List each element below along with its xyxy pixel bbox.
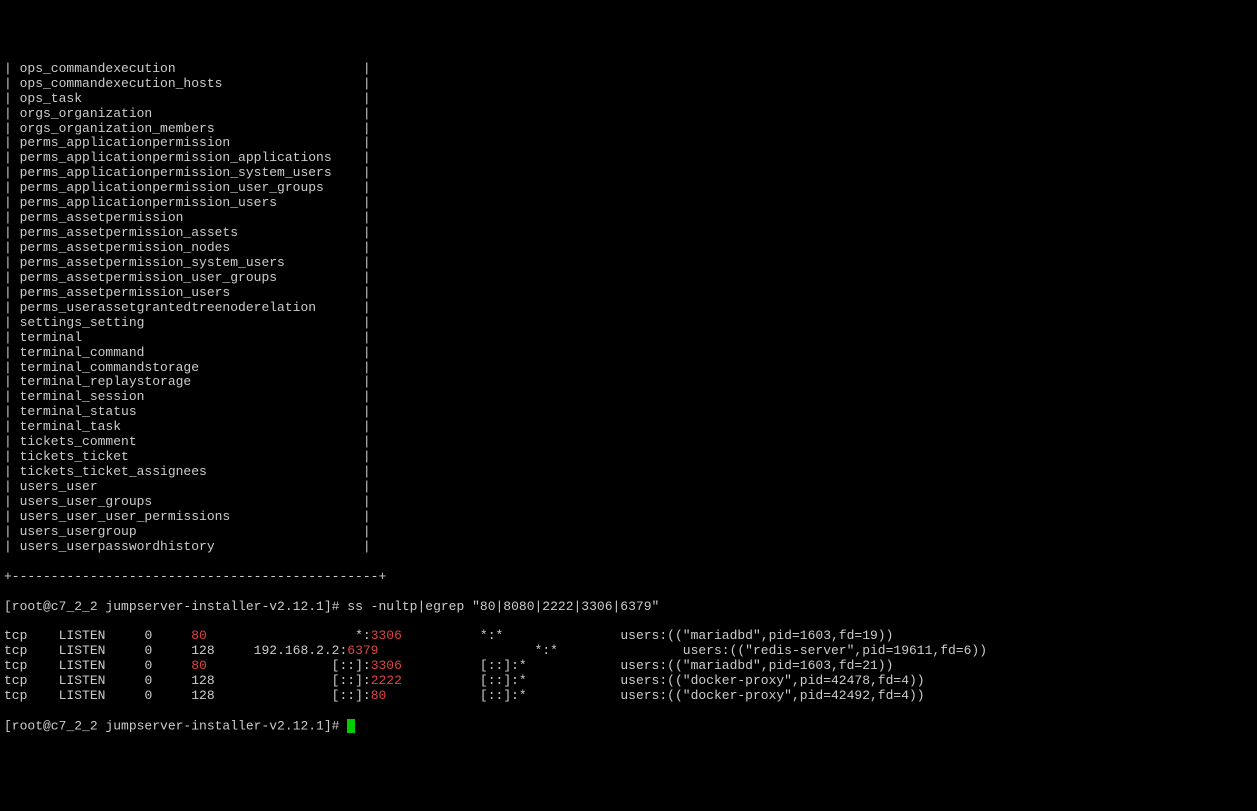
table-row: | terminal_replaystorage | [4, 375, 1253, 390]
table-row: | perms_assetpermission_users | [4, 286, 1253, 301]
cursor [347, 719, 355, 733]
ss-output-row: tcp LISTEN 0 80 [::]:3306 [::]:* users:(… [4, 659, 1253, 674]
table-row: | users_user_groups | [4, 495, 1253, 510]
table-separator: +---------------------------------------… [4, 570, 1253, 585]
table-row: | settings_setting | [4, 316, 1253, 331]
table-row: | users_user_user_permissions | [4, 510, 1253, 525]
prompt-line-2[interactable]: [root@c7_2_2 jumpserver-installer-v2.12.… [4, 719, 1253, 734]
table-row: | orgs_organization | [4, 107, 1253, 122]
ss-output-row: tcp LISTEN 0 128 192.168.2.2:6379 *:* us… [4, 644, 1253, 659]
table-row: | terminal_commandstorage | [4, 361, 1253, 376]
table-row: | tickets_comment | [4, 435, 1253, 450]
ss-output-row: tcp LISTEN 0 128 [::]:80 [::]:* users:((… [4, 689, 1253, 704]
table-row: | tickets_ticket | [4, 450, 1253, 465]
db-table-list: | ops_commandexecution || ops_commandexe… [4, 62, 1253, 555]
table-row: | perms_applicationpermission_applicatio… [4, 151, 1253, 166]
table-row: | perms_applicationpermission_system_use… [4, 166, 1253, 181]
table-row: | perms_assetpermission_system_users | [4, 256, 1253, 271]
ss-output-row: tcp LISTEN 0 80 *:3306 *:* users:(("mari… [4, 629, 1253, 644]
table-row: | perms_assetpermission_user_groups | [4, 271, 1253, 286]
table-row: | terminal_session | [4, 390, 1253, 405]
table-row: | ops_commandexecution | [4, 62, 1253, 77]
table-row: | terminal_status | [4, 405, 1253, 420]
prompt-text: [root@c7_2_2 jumpserver-installer-v2.12.… [4, 599, 347, 614]
table-row: | ops_commandexecution_hosts | [4, 77, 1253, 92]
table-row: | terminal_task | [4, 420, 1253, 435]
ss-output-block: tcp LISTEN 0 80 *:3306 *:* users:(("mari… [4, 629, 1253, 704]
table-row: | perms_userassetgrantedtreenoderelation… [4, 301, 1253, 316]
table-row: | users_usergroup | [4, 525, 1253, 540]
table-row: | perms_assetpermission_nodes | [4, 241, 1253, 256]
table-row: | ops_task | [4, 92, 1253, 107]
table-row: | tickets_ticket_assignees | [4, 465, 1253, 480]
command-text: ss -nultp|egrep "80|8080|2222|3306|6379" [347, 599, 659, 614]
table-row: | orgs_organization_members | [4, 122, 1253, 137]
table-row: | perms_applicationpermission | [4, 136, 1253, 151]
table-row: | perms_assetpermission | [4, 211, 1253, 226]
table-row: | perms_applicationpermission_user_group… [4, 181, 1253, 196]
table-row: | perms_applicationpermission_users | [4, 196, 1253, 211]
table-row: | terminal_command | [4, 346, 1253, 361]
table-row: | terminal | [4, 331, 1253, 346]
prompt-text-2: [root@c7_2_2 jumpserver-installer-v2.12.… [4, 718, 347, 733]
table-row: | perms_assetpermission_assets | [4, 226, 1253, 241]
table-row: | users_user | [4, 480, 1253, 495]
prompt-line-1: [root@c7_2_2 jumpserver-installer-v2.12.… [4, 600, 1253, 615]
ss-output-row: tcp LISTEN 0 128 [::]:2222 [::]:* users:… [4, 674, 1253, 689]
table-row: | users_userpasswordhistory | [4, 540, 1253, 555]
